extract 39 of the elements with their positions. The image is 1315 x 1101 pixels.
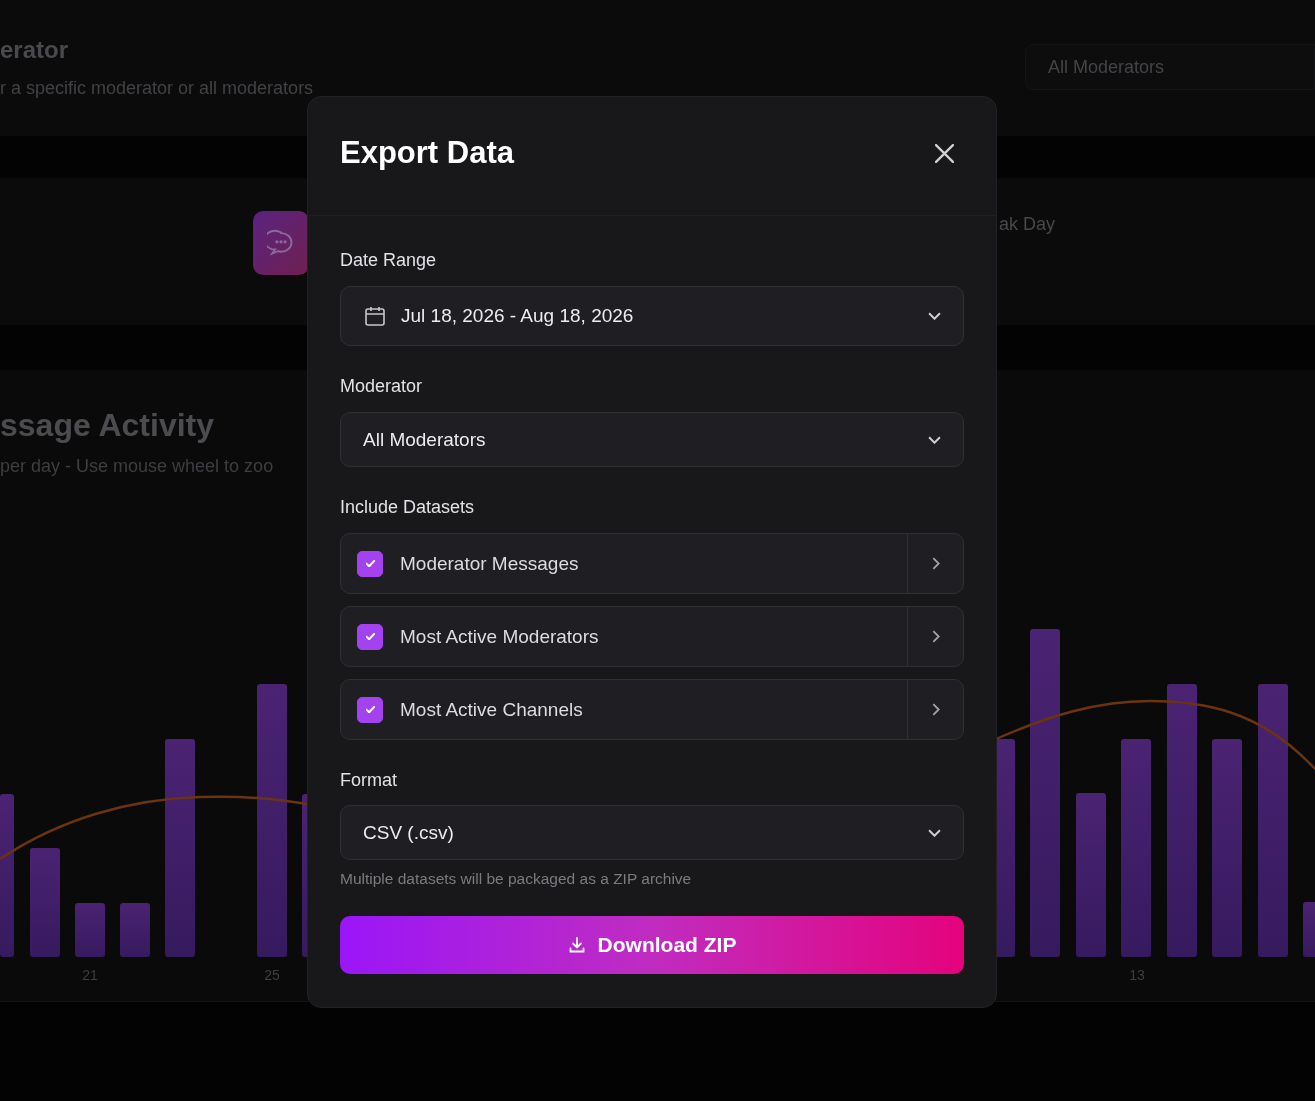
dataset-row[interactable]: Most Active Moderators <box>340 606 964 667</box>
check-icon <box>365 706 375 713</box>
format-select[interactable]: CSV (.csv) <box>340 805 964 860</box>
download-icon <box>567 936 586 954</box>
calendar-icon <box>363 304 387 328</box>
date-range-select[interactable]: Jul 18, 2026 - Aug 18, 2026 <box>340 286 964 346</box>
chevron-right-icon <box>931 703 940 716</box>
checkbox[interactable] <box>357 623 383 650</box>
format-hint: Multiple datasets will be packaged as a ZIP archive <box>340 870 693 888</box>
chart-bar <box>75 903 105 957</box>
checkbox[interactable] <box>357 696 383 723</box>
section-description: r a specific moderator or all moderators <box>0 78 314 99</box>
stat-label: ak Day <box>999 214 1056 235</box>
moderator-select[interactable]: All Moderators <box>340 412 964 467</box>
close-icon <box>934 143 954 163</box>
dataset-row[interactable]: Most Active Channels <box>340 679 964 740</box>
chevron-down-icon <box>928 312 941 320</box>
chart-title: ssage Activity <box>0 407 215 444</box>
dialog-title: Export Data <box>340 135 514 171</box>
download-button[interactable]: Download ZIP <box>340 916 964 974</box>
chat-icon <box>253 211 309 275</box>
check-icon <box>365 560 375 567</box>
checkbox[interactable] <box>357 550 383 577</box>
field-label: Moderator <box>340 376 424 398</box>
dataset-name: Most Active Channels <box>400 698 583 721</box>
chart-bar <box>120 903 150 957</box>
dataset-name: Moderator Messages <box>400 552 579 575</box>
dataset-name: Most Active Moderators <box>400 625 599 648</box>
chart-bar <box>1303 902 1315 957</box>
chevron-down-icon <box>928 828 941 837</box>
field-label: Date Range <box>340 250 438 272</box>
field-label: Format <box>340 770 398 792</box>
field-label: Include Datasets <box>340 497 476 519</box>
chevron-right-icon <box>931 630 940 643</box>
section-title: erator <box>0 36 70 64</box>
chevron-down-icon <box>928 435 941 444</box>
check-icon <box>365 633 375 640</box>
chevron-right-icon <box>931 557 940 570</box>
dataset-row[interactable]: Moderator Messages <box>340 533 964 594</box>
